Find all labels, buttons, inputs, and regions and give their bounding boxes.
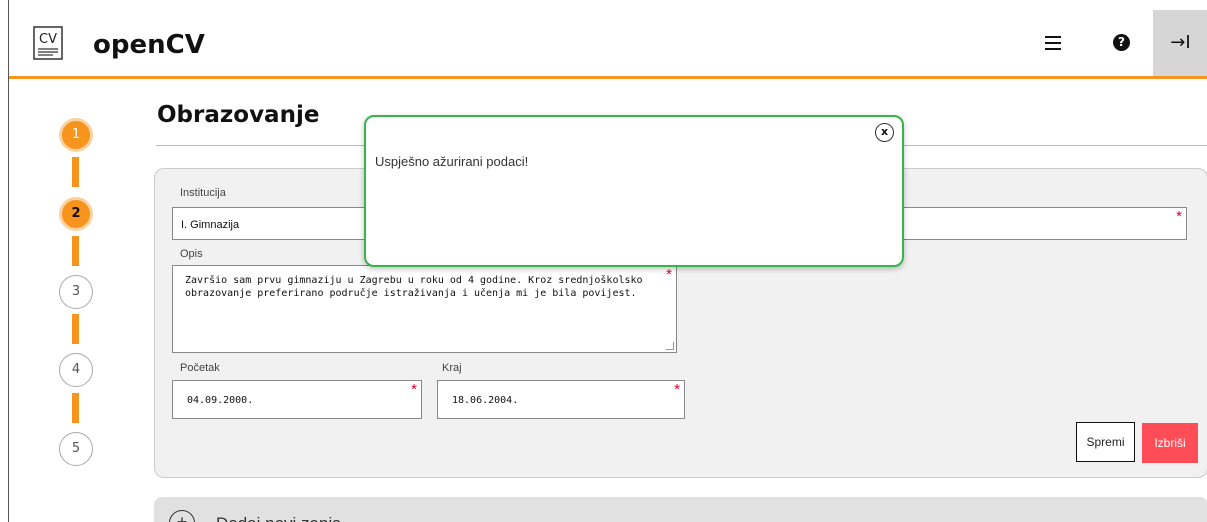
save-button[interactable]: Spremi (1076, 422, 1135, 462)
step-1[interactable]: 1 (59, 118, 93, 152)
description-textarea[interactable]: Završio sam prvu gimnaziju u Zagrebu u r… (172, 265, 677, 353)
close-icon[interactable]: x (875, 123, 894, 142)
end-date-value: 18.06.2004. (452, 395, 519, 406)
description-value: Završio sam prvu gimnaziju u Zagrebu u r… (185, 275, 643, 299)
logout-button[interactable]: →I (1153, 10, 1207, 76)
step-connector (72, 393, 79, 423)
brand-name: openCV (93, 30, 205, 60)
add-entry-label[interactable]: Dodaj novi zapis (216, 514, 341, 522)
required-marker: * (1176, 208, 1182, 225)
success-message: Uspješno ažurirani podaci! (375, 154, 529, 169)
end-date-label: Kraj (442, 362, 462, 374)
institution-value: I. Gimnazija (181, 219, 240, 231)
step-connector (72, 236, 79, 266)
required-marker: * (674, 381, 680, 398)
step-2[interactable]: 2 (59, 197, 93, 231)
menu-icon[interactable] (1045, 36, 1061, 50)
step-connector (72, 157, 79, 187)
svg-text:CV: CV (39, 32, 57, 47)
app-frame: CV openCV ? →I 1 2 3 4 5 Obrazovanje Ins… (8, 0, 1207, 522)
delete-button[interactable]: Izbriši (1142, 423, 1198, 463)
step-3[interactable]: 3 (59, 275, 93, 309)
plus-icon[interactable]: + (169, 510, 195, 522)
start-date-field[interactable]: 04.09.2000. * (172, 380, 422, 419)
required-marker: * (666, 266, 672, 283)
success-dialog: x Uspješno ažurirani podaci! (364, 115, 904, 267)
app-header: CV openCV ? →I (9, 0, 1207, 79)
required-marker: * (411, 381, 417, 398)
resize-handle[interactable] (666, 342, 674, 350)
add-entry-bar[interactable]: + Dodaj novi zapis (154, 497, 1207, 522)
description-label: Opis (180, 248, 203, 260)
page-title: Obrazovanje (157, 102, 320, 128)
start-date-label: Početak (180, 362, 220, 374)
end-date-field[interactable]: 18.06.2004. * (437, 380, 685, 419)
institution-label: Institucija (180, 187, 226, 199)
start-date-value: 04.09.2000. (187, 395, 254, 406)
step-4[interactable]: 4 (59, 353, 93, 387)
step-connector (72, 314, 79, 344)
cv-document-icon: CV (33, 26, 63, 60)
help-icon[interactable]: ? (1113, 34, 1130, 51)
step-5[interactable]: 5 (59, 432, 93, 466)
